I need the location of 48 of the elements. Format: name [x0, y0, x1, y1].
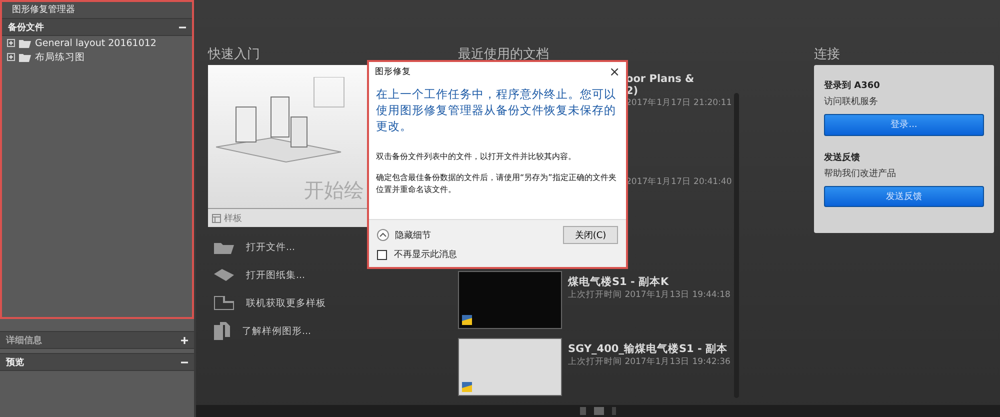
- section-title: 最近使用的文档: [458, 46, 550, 64]
- start-action[interactable]: 了解样例图形...: [208, 317, 440, 345]
- group-heading: 发送反馈: [824, 151, 861, 164]
- stack-icon: [214, 269, 234, 281]
- expand-icon[interactable]: [7, 39, 15, 47]
- minus-icon: [181, 358, 188, 366]
- document-thumbnail[interactable]: [458, 338, 562, 396]
- section-title: 连接: [814, 46, 841, 64]
- scrollbar[interactable]: [734, 93, 739, 398]
- dialog-title: 图形修复: [375, 66, 411, 78]
- document-thumbnail[interactable]: [458, 271, 562, 329]
- start-action[interactable]: 联机获取更多样板: [208, 289, 440, 317]
- folder-icon: [19, 52, 31, 62]
- minus-icon: [179, 24, 186, 30]
- document-time: 上次打开时间 2017年1月13日 19:42:36: [568, 356, 730, 368]
- card-caption: 开始绘: [304, 177, 364, 204]
- checkbox[interactable]: [377, 250, 387, 260]
- template-icon: [212, 214, 221, 222]
- section-header[interactable]: 详细信息: [0, 331, 194, 349]
- tree-item[interactable]: General layout 20161012: [2, 36, 192, 50]
- template-icon: [214, 296, 234, 310]
- plus-icon: [181, 336, 188, 344]
- chevron-icon: [377, 229, 389, 241]
- group-subtitle: 帮助我们改进产品: [824, 168, 897, 180]
- start-action[interactable]: 打开图纸集...: [208, 261, 440, 289]
- document-title[interactable]: SGY_400_输煤电气楼S1 - 副本: [568, 342, 730, 356]
- folder-icon: [19, 38, 31, 48]
- close-button[interactable]: ×: [609, 64, 620, 80]
- folder-icon: [214, 240, 234, 254]
- close-button[interactable]: 关闭(C): [563, 226, 618, 244]
- section-header[interactable]: 预览: [0, 353, 194, 371]
- group-subtitle: 访问联机服务: [824, 96, 879, 108]
- action-button[interactable]: 发送反馈: [824, 186, 984, 207]
- document-time: 上次打开时间 2017年1月13日 19:44:18: [568, 289, 730, 301]
- group-heading: 登录到 A360: [824, 80, 881, 92]
- drawing-file-icon: [462, 382, 472, 392]
- action-button[interactable]: 登录...: [824, 114, 984, 136]
- section-header[interactable]: 备份文件: [2, 18, 192, 36]
- panel-title: 图形修复管理器: [2, 2, 192, 18]
- section-title: 快速入门: [208, 46, 261, 64]
- tree-item[interactable]: 布局练习图: [2, 50, 192, 64]
- document-icon: [214, 322, 230, 340]
- document-title[interactable]: 煤电气楼S1 - 副本K: [568, 275, 730, 289]
- details-toggle[interactable]: 隐藏细节: [377, 228, 431, 242]
- expand-icon[interactable]: [7, 53, 15, 61]
- drawing-file-icon: [462, 315, 472, 325]
- card-label: 样板: [224, 212, 242, 224]
- checkbox-label: 不再显示此消息: [394, 248, 457, 261]
